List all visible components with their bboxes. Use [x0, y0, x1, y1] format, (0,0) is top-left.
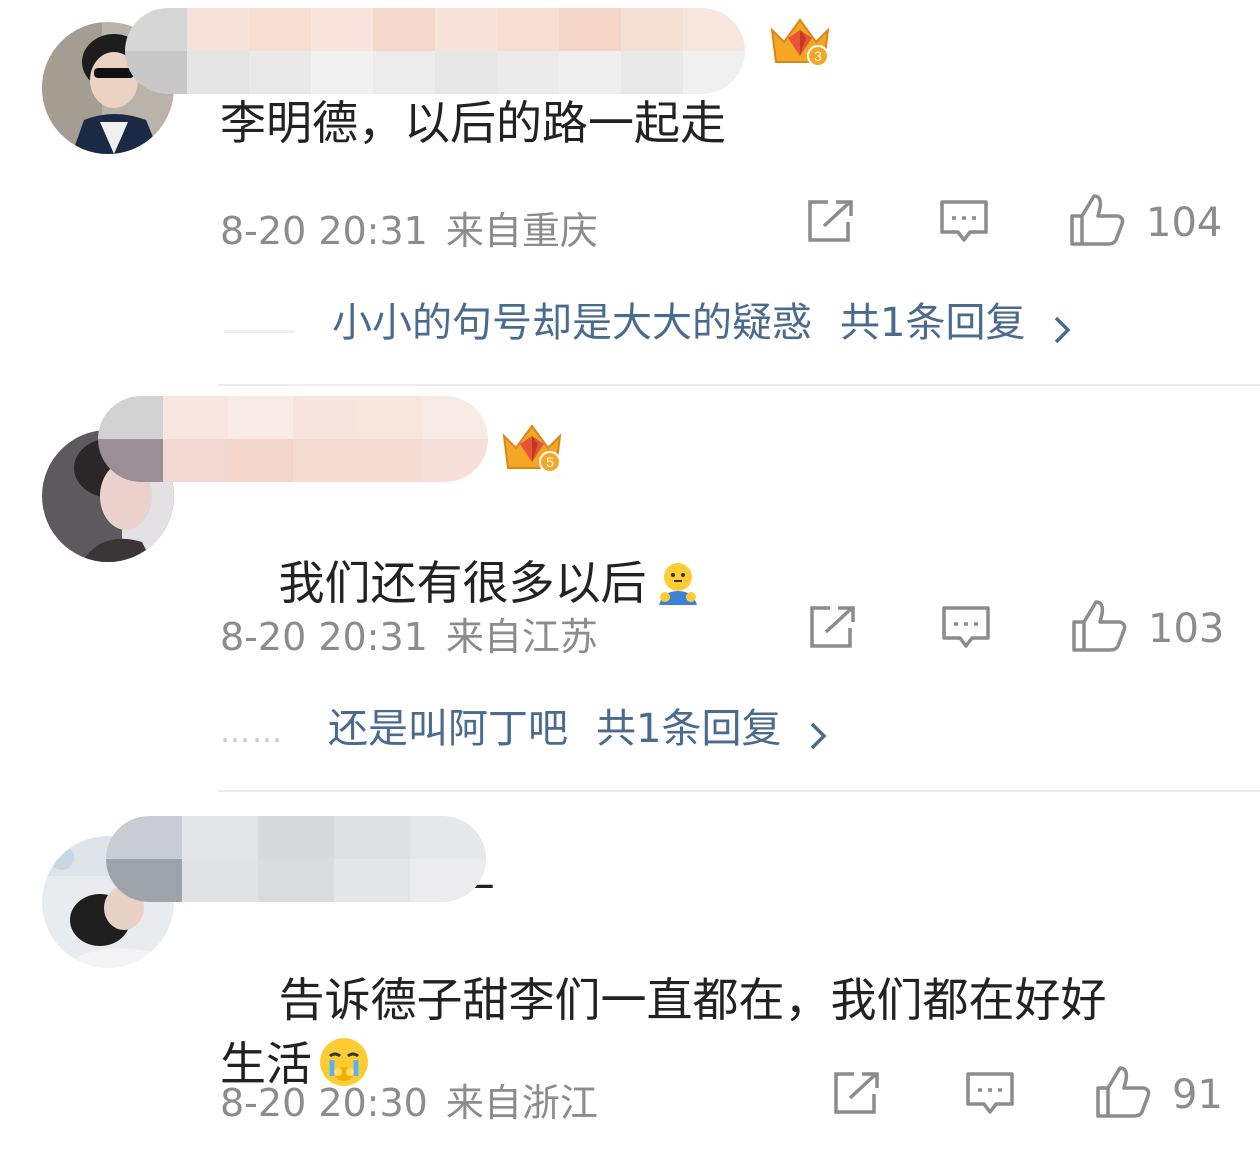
thumbs-up-icon[interactable] — [1068, 192, 1126, 252]
comment-meta: 8-20 20:31 来自江苏 — [220, 606, 598, 661]
comment-location: 来自重庆 — [445, 209, 598, 253]
comment-meta: 8-20 20:31 来自重庆 — [220, 200, 598, 255]
comment-time: 8-20 20:31 — [220, 615, 428, 659]
comment-location: 来自浙江 — [445, 1081, 598, 1125]
like-count: 104 — [1146, 200, 1223, 246]
reply-count-link[interactable]: 共1条回复 — [840, 300, 1025, 346]
comment-text-body: 我们还有很多以后 — [278, 556, 647, 610]
thumbs-up-icon[interactable] — [1094, 1064, 1152, 1124]
crown-badge-icon: 5 — [498, 422, 566, 478]
reply-preview[interactable]: 小小的句号却是大大的疑惑 共1条回复 — [220, 290, 1071, 349]
crown-badge-icon: 3 — [766, 16, 834, 72]
comment-item: d_ 告诉德子甜李们一直都在，我们都在好好 生活 8-20 20:30来自浙江 … — [0, 794, 1260, 1125]
comment-location: 来自江苏 — [445, 615, 598, 659]
reply-preview[interactable]: …… 还是叫阿丁吧 共1条回复 — [220, 696, 827, 755]
username-blurred[interactable] — [106, 816, 486, 902]
comment-time: 8-20 20:31 — [220, 209, 428, 253]
comment-text: 李明德，以后的路一起走 — [220, 96, 726, 150]
reply-divider — [224, 330, 294, 333]
chevron-right-icon — [809, 721, 827, 755]
username-blurred[interactable] — [125, 8, 745, 94]
divider — [218, 384, 1260, 386]
badge-level: 5 — [546, 454, 554, 470]
like-count: 91 — [1172, 1072, 1223, 1118]
comment-icon[interactable] — [940, 604, 992, 656]
comment-meta: 8-20 20:30 来自浙江 — [220, 1072, 598, 1127]
comment-item: 5 我们还有很多以后 8-20 20:31 来自江苏 103 …… 还是叫阿丁吧 共1… — [0, 388, 1260, 794]
reply-dots: …… — [220, 715, 284, 750]
divider — [218, 790, 1260, 792]
comment-icon[interactable] — [938, 198, 990, 250]
reply-preview-text[interactable]: 小小的句号却是大大的疑惑 — [332, 300, 812, 346]
chevron-right-icon — [1053, 315, 1071, 349]
badge-level: 3 — [814, 48, 822, 64]
share-icon[interactable] — [806, 198, 856, 248]
comment-text: 告诉德子甜李们一直都在，我们都在好好 生活 — [220, 904, 1180, 1168]
reply-count-link[interactable]: 共1条回复 — [596, 706, 781, 752]
username-blurred[interactable] — [98, 396, 488, 482]
share-icon[interactable] — [808, 604, 858, 654]
comment-item: 3 李明德，以后的路一起走 8-20 20:31 来自重庆 104 小小的句号却是… — [0, 0, 1260, 388]
share-icon[interactable] — [832, 1070, 882, 1120]
comment-icon[interactable] — [964, 1070, 1016, 1122]
shy-face-emoji — [653, 561, 703, 618]
thumbs-up-icon[interactable] — [1070, 598, 1128, 658]
reply-preview-text[interactable]: 还是叫阿丁吧 — [328, 706, 568, 752]
like-count: 103 — [1148, 606, 1225, 652]
comment-time: 8-20 20:30 — [220, 1081, 428, 1125]
